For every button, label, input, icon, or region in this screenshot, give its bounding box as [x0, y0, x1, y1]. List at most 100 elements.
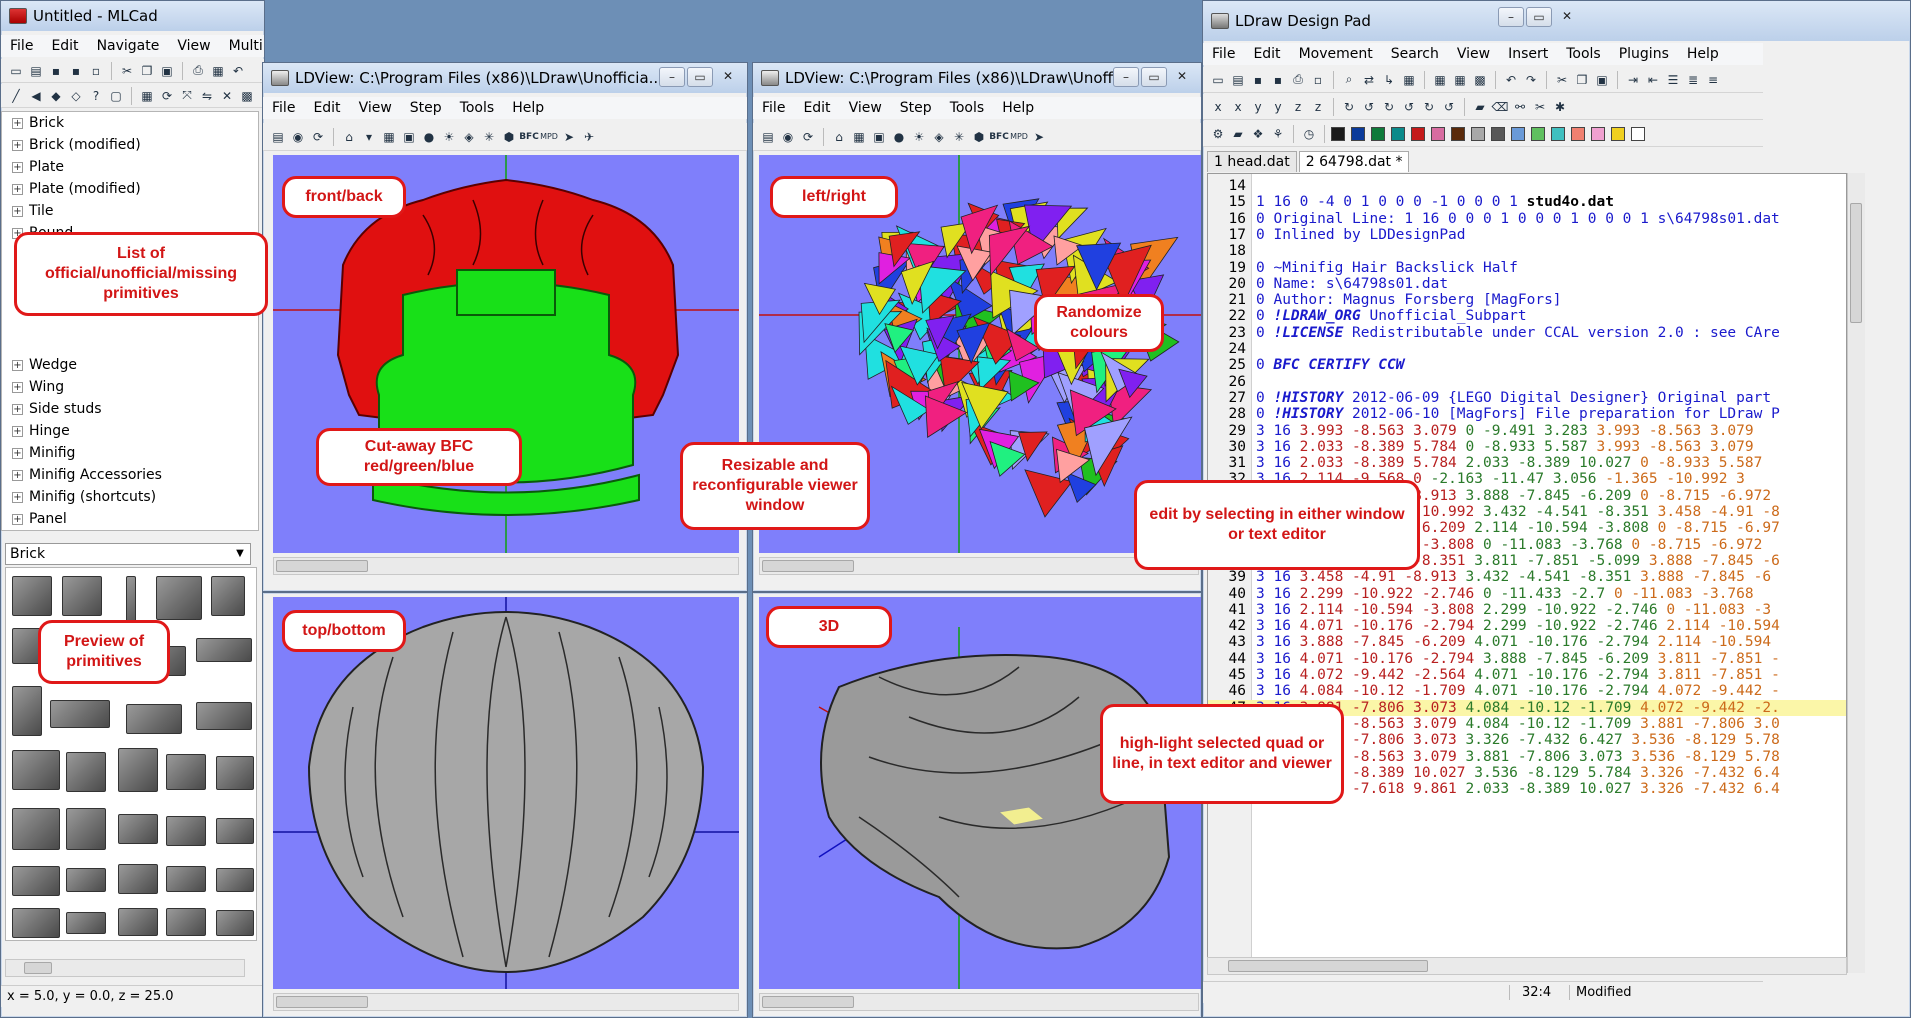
- color-swatch[interactable]: [1491, 126, 1505, 141]
- new-file-icon[interactable]: ▭: [1209, 71, 1227, 89]
- editor-line[interactable]: 44 3 16 4.071 -10.176 -2.794 3.888 -7.845…: [1208, 651, 1846, 667]
- tree-item[interactable]: + Wedge: [2, 354, 258, 376]
- color-swatch[interactable]: [1411, 126, 1425, 141]
- primitive-preview-item[interactable]: [118, 908, 158, 936]
- undo-icon[interactable]: ↶: [229, 62, 247, 80]
- indent-icon[interactable]: ⇥: [1624, 71, 1642, 89]
- editor-vertical-scrollbar[interactable]: [1847, 173, 1865, 973]
- plugin-icon[interactable]: ⚙: [1209, 125, 1227, 143]
- expand-plus-icon[interactable]: +: [12, 117, 23, 129]
- mirror-y-neg-icon[interactable]: y: [1269, 98, 1287, 116]
- open-file-icon[interactable]: ▤: [1229, 71, 1247, 89]
- open-icon[interactable]: ▤: [269, 128, 287, 146]
- condline-tool-icon[interactable]: ◇: [67, 87, 85, 105]
- primitive-preview-item[interactable]: [66, 912, 106, 934]
- editor-line[interactable]: 25 0 BFC CERTIFY CCW: [1208, 357, 1846, 373]
- primitive-preview-item[interactable]: [216, 910, 254, 936]
- palette-icon[interactable]: ❖: [1249, 125, 1267, 143]
- editor-horizontal-scrollbar[interactable]: [1207, 957, 1847, 975]
- line-tool-icon[interactable]: ╱: [7, 87, 25, 105]
- align-icon[interactable]: ≡: [1704, 71, 1722, 89]
- mirror-y-icon[interactable]: y: [1249, 98, 1267, 116]
- color-swatch[interactable]: [1371, 126, 1385, 141]
- view-angle-icon[interactable]: ◈: [460, 128, 478, 146]
- color-swatch[interactable]: [1551, 126, 1565, 141]
- clock-icon[interactable]: ◷: [1300, 125, 1318, 143]
- ldpad-menu-insert[interactable]: Insert: [1499, 46, 1557, 62]
- primitive-preview-item[interactable]: [12, 808, 60, 850]
- tree-item[interactable]: + Plate (modified): [2, 178, 258, 200]
- minimize-button[interactable]: –: [659, 67, 685, 87]
- undo-icon[interactable]: ↶: [1502, 71, 1520, 89]
- editor-line[interactable]: 23 0 !LICENSE Redistributable under CCAL …: [1208, 325, 1846, 341]
- editor-line[interactable]: 15 1 16 0 -4 0 1 0 0 0 -1 0 0 0 1 stud4o.…: [1208, 194, 1846, 210]
- expand-plus-icon[interactable]: +: [12, 513, 23, 525]
- save-all-icon[interactable]: ▪: [1269, 71, 1287, 89]
- scroll-thumb[interactable]: [1850, 203, 1862, 323]
- color-swatch[interactable]: [1391, 126, 1405, 141]
- rotate-y-icon[interactable]: ↻: [1380, 98, 1398, 116]
- tree-item[interactable]: + Minifig Accessories: [2, 464, 258, 486]
- pointer-icon[interactable]: ➤: [560, 128, 578, 146]
- save-icon[interactable]: ▪: [47, 62, 65, 80]
- bfc-icon[interactable]: BFC: [519, 128, 539, 146]
- paste-icon[interactable]: ▣: [1593, 71, 1611, 89]
- outdent-icon[interactable]: ⇤: [1644, 71, 1662, 89]
- editor-line[interactable]: 21 0 Author: Magnus Forsberg [MagFors]: [1208, 292, 1846, 308]
- primitive-preview-item[interactable]: [156, 576, 202, 620]
- mpd-icon[interactable]: MPD: [1010, 128, 1028, 146]
- primitive-preview-item[interactable]: [66, 808, 106, 850]
- editor-line[interactable]: 20 0 Name: s\64798s01.dat: [1208, 276, 1846, 292]
- primitive-preview-item[interactable]: [216, 868, 254, 892]
- tree-item[interactable]: +Pin: [2, 530, 258, 531]
- ldpad-menu-tools[interactable]: Tools: [1557, 46, 1610, 62]
- primitive-preview-item[interactable]: [12, 750, 60, 790]
- expand-plus-icon[interactable]: +: [12, 161, 23, 173]
- ldview2-menu-help[interactable]: Help: [993, 100, 1043, 116]
- editor-line[interactable]: 19 0 ~Minifig Hair Backslick Half: [1208, 260, 1846, 276]
- primitive-preview-item[interactable]: [50, 700, 110, 728]
- editor-line[interactable]: 45 3 16 4.072 -9.442 -2.564 4.071 -10.176…: [1208, 667, 1846, 683]
- mlcad-menu-file[interactable]: File: [1, 38, 42, 54]
- mlcad-menu-navigate[interactable]: Navigate: [88, 38, 169, 54]
- primitive-preview-item[interactable]: [216, 756, 254, 790]
- editor-line[interactable]: 14: [1208, 178, 1846, 194]
- primitive-preview-item[interactable]: [166, 866, 206, 892]
- color-swatch[interactable]: [1331, 126, 1345, 141]
- cube-icon[interactable]: ⬢: [500, 128, 518, 146]
- expand-plus-icon[interactable]: +: [12, 403, 23, 415]
- editor-line[interactable]: 26: [1208, 374, 1846, 390]
- list-numbered-icon[interactable]: ≣: [1684, 71, 1702, 89]
- primitive-preview-item[interactable]: [196, 638, 252, 662]
- chevron-down-icon[interactable]: ▼: [232, 546, 248, 562]
- primitive-preview-item[interactable]: [12, 686, 42, 736]
- bulb-icon[interactable]: ☀: [440, 128, 458, 146]
- split-icon[interactable]: ✂: [1531, 98, 1549, 116]
- triangle-tool-icon[interactable]: ◀: [27, 87, 45, 105]
- reload-icon[interactable]: ⟳: [799, 128, 817, 146]
- editor-line[interactable]: 28 0 !HISTORY 2012-06-10 [MagFors] File p…: [1208, 406, 1846, 422]
- editor-line[interactable]: 42 3 16 4.071 -10.176 -2.794 2.299 -10.92…: [1208, 618, 1846, 634]
- color-swatch[interactable]: [1351, 126, 1365, 141]
- ldview1-menu-help[interactable]: Help: [503, 100, 553, 116]
- expand-plus-icon[interactable]: +: [12, 205, 23, 217]
- list-icon[interactable]: ☰: [1664, 71, 1682, 89]
- ldview-bottom-left-hscroll[interactable]: [273, 993, 739, 1011]
- find-icon[interactable]: ⌕: [1340, 71, 1358, 89]
- color-swatch[interactable]: [1571, 126, 1585, 141]
- print-icon[interactable]: ⎙: [1289, 71, 1307, 89]
- save-all-icon[interactable]: ▪: [67, 62, 85, 80]
- quad-tool-icon[interactable]: ◆: [47, 87, 65, 105]
- mirror-z-icon[interactable]: z: [1289, 98, 1307, 116]
- minimize-button[interactable]: –: [1113, 67, 1139, 87]
- primitive-preview-item[interactable]: [166, 754, 206, 790]
- editor-line[interactable]: 41 3 16 2.114 -10.594 -3.808 2.299 -10.92…: [1208, 602, 1846, 618]
- rotate-icon[interactable]: ⟳: [158, 87, 176, 105]
- scroll-thumb[interactable]: [276, 996, 368, 1008]
- mlcad-menu-view[interactable]: View: [168, 38, 219, 54]
- close-button[interactable]: ✕: [1554, 7, 1580, 27]
- bfc-icon[interactable]: BFC: [989, 128, 1009, 146]
- pointer-icon[interactable]: ➤: [1030, 128, 1048, 146]
- primitive-tree[interactable]: + Brick + Brick (modified) + Plate + Plate (mod…: [1, 111, 259, 531]
- grid-medium-icon[interactable]: ▦: [1451, 71, 1469, 89]
